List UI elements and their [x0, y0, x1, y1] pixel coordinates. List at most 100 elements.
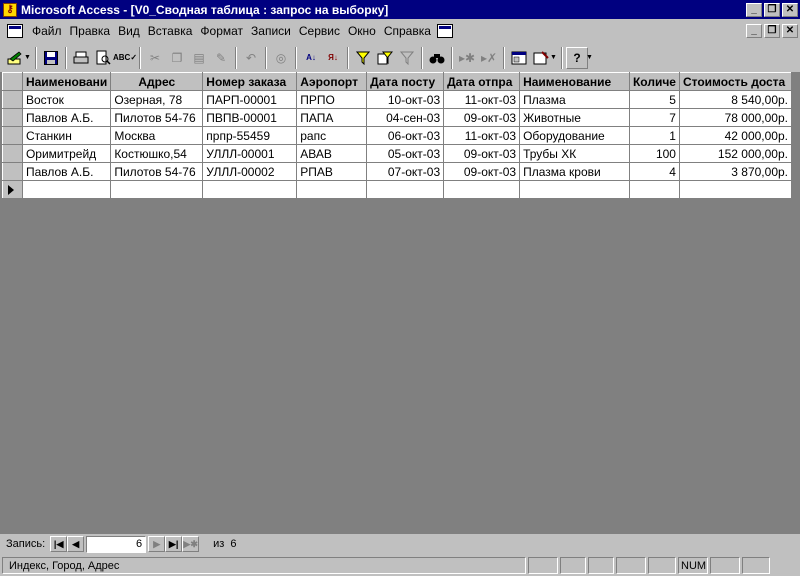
table-cell[interactable]: Оримитрейд: [22, 144, 112, 163]
apply-filter-icon[interactable]: [396, 47, 418, 69]
table-cell[interactable]: 1: [629, 126, 680, 145]
record-number-input[interactable]: 6: [86, 535, 147, 553]
column-header[interactable]: Аэропорт: [296, 72, 368, 91]
table-cell[interactable]: Трубы ХК: [519, 144, 630, 163]
doc-close-button[interactable]: ✕: [782, 24, 798, 38]
table-cell[interactable]: АВАВ: [296, 144, 368, 163]
sort-ascending-icon[interactable]: А↓: [300, 47, 322, 69]
table-cell[interactable]: Костюшко,54: [110, 144, 204, 163]
previous-record-icon[interactable]: ◀: [67, 536, 85, 552]
menu-help[interactable]: Справка: [380, 24, 435, 38]
help-dropdown-icon[interactable]: ▼: [585, 54, 594, 61]
table-cell[interactable]: Плазма: [519, 90, 630, 109]
record-selector[interactable]: [2, 108, 23, 127]
table-cell[interactable]: 06-окт-03: [366, 126, 445, 145]
spelling-icon[interactable]: ABC✓: [113, 47, 137, 69]
table-row[interactable]: Оримитрейд Костюшко,54 УЛЛЛ-00001 АВАВ 05-ок…: [2, 144, 793, 163]
doc-restore-button[interactable]: ❐: [764, 24, 780, 38]
first-record-icon[interactable]: |◀: [50, 536, 68, 552]
table-cell[interactable]: УЛЛЛ-00001: [202, 144, 298, 163]
close-button[interactable]: ✕: [782, 2, 798, 17]
table-cell[interactable]: 3 870,00р.: [679, 162, 793, 181]
print-preview-icon[interactable]: [92, 47, 114, 69]
table-cell[interactable]: 42 000,00р.: [679, 126, 793, 145]
table-cell[interactable]: [629, 180, 680, 199]
table-cell[interactable]: рапс: [296, 126, 368, 145]
column-header[interactable]: Дата посту: [366, 72, 445, 91]
minimize-button[interactable]: _: [746, 2, 762, 17]
access-key-icon[interactable]: ⚷: [3, 2, 17, 17]
menu-records[interactable]: Записи: [247, 24, 295, 38]
database-window-icon[interactable]: [508, 47, 530, 69]
table-cell[interactable]: РПАВ: [296, 162, 368, 181]
paste-icon[interactable]: ▤: [188, 47, 210, 69]
cut-icon[interactable]: ✂: [144, 47, 166, 69]
table-cell[interactable]: Москва: [110, 126, 204, 145]
table-cell[interactable]: прпр-55459: [202, 126, 298, 145]
new-object-dropdown-icon[interactable]: ▼: [549, 54, 558, 61]
table-cell[interactable]: 11-окт-03: [443, 126, 521, 145]
table-cell[interactable]: Озерная, 78: [110, 90, 204, 109]
table-cell[interactable]: Животные: [519, 108, 630, 127]
title-bar[interactable]: ⚷ Microsoft Access - [V0_Сводная таблица…: [0, 0, 800, 19]
undo-icon[interactable]: ↶: [240, 47, 262, 69]
table-row[interactable]: Восток Озерная, 78 ПАРП-00001 ПРПО 10-окт-03…: [2, 90, 793, 109]
menu-insert[interactable]: Вставка: [144, 24, 197, 38]
table-cell[interactable]: 8 540,00р.: [679, 90, 793, 109]
table-row[interactable]: Станкин Москва прпр-55459 рапс 06-окт-03 11-о…: [2, 126, 793, 145]
menu-format[interactable]: Формат: [196, 24, 247, 38]
record-selector[interactable]: [2, 90, 23, 109]
last-record-icon[interactable]: ▶|: [165, 536, 183, 552]
table-cell[interactable]: 78 000,00р.: [679, 108, 793, 127]
column-header[interactable]: Количе: [628, 72, 680, 91]
table-cell[interactable]: ПАПА: [296, 108, 368, 127]
table-row[interactable]: Павлов А.Б. Пилотов 54-76 УЛЛЛ-00002 РПАВ 07…: [2, 162, 793, 181]
column-header[interactable]: Дата отпра: [443, 72, 521, 91]
table-cell[interactable]: 07-окт-03: [366, 162, 445, 181]
sort-descending-icon[interactable]: Я↓: [322, 47, 344, 69]
table-cell[interactable]: [679, 180, 793, 199]
table-cell[interactable]: [202, 180, 298, 199]
table-cell[interactable]: Станкин: [22, 126, 112, 145]
column-header[interactable]: Номер заказа: [202, 72, 298, 91]
table-cell[interactable]: 5: [629, 90, 680, 109]
table-cell[interactable]: 09-окт-03: [443, 108, 521, 127]
format-painter-icon[interactable]: ✎: [210, 47, 232, 69]
table-row[interactable]: Павлов А.Б. Пилотов 54-76 ПВПВ-00001 ПАПА 04…: [2, 108, 793, 127]
menu-file[interactable]: Файл: [28, 24, 66, 38]
table-cell[interactable]: 100: [629, 144, 680, 163]
table-cell[interactable]: 09-окт-03: [443, 144, 521, 163]
hyperlink-icon[interactable]: ◎: [270, 47, 292, 69]
current-record-selector[interactable]: [2, 180, 23, 199]
menu-tools[interactable]: Сервис: [295, 24, 344, 38]
table-cell[interactable]: [22, 180, 112, 199]
table-cell[interactable]: 10-окт-03: [366, 90, 445, 109]
save-icon[interactable]: [40, 47, 62, 69]
view-dropdown-icon[interactable]: ▼: [23, 54, 32, 61]
table-cell[interactable]: [443, 180, 521, 199]
office-assistant-icon[interactable]: [436, 24, 453, 38]
table-cell[interactable]: [296, 180, 368, 199]
next-record-icon[interactable]: ▶: [148, 536, 166, 552]
filter-by-selection-icon[interactable]: [352, 47, 374, 69]
table-cell[interactable]: Плазма крови: [519, 162, 630, 181]
table-cell[interactable]: 09-окт-03: [443, 162, 521, 181]
table-cell[interactable]: Пилотов 54-76: [110, 162, 204, 181]
table-cell[interactable]: ПРПО: [296, 90, 368, 109]
table-cell[interactable]: Павлов А.Б.: [22, 108, 112, 127]
table-cell[interactable]: 04-сен-03: [366, 108, 445, 127]
table-cell[interactable]: УЛЛЛ-00002: [202, 162, 298, 181]
record-selector[interactable]: [2, 162, 23, 181]
table-cell[interactable]: Павлов А.Б.: [22, 162, 112, 181]
find-icon[interactable]: [426, 47, 448, 69]
doc-minimize-button[interactable]: _: [746, 24, 762, 38]
table-cell[interactable]: Пилотов 54-76: [110, 108, 204, 127]
table-cell[interactable]: 11-окт-03: [443, 90, 521, 109]
table-cell[interactable]: Оборудование: [519, 126, 630, 145]
table-cell[interactable]: 4: [629, 162, 680, 181]
table-cell[interactable]: Восток: [22, 90, 112, 109]
restore-button[interactable]: ❐: [764, 2, 780, 17]
table-cell[interactable]: ПВПВ-00001: [202, 108, 298, 127]
record-selector[interactable]: [2, 126, 23, 145]
column-header[interactable]: Наименование: [519, 72, 630, 91]
